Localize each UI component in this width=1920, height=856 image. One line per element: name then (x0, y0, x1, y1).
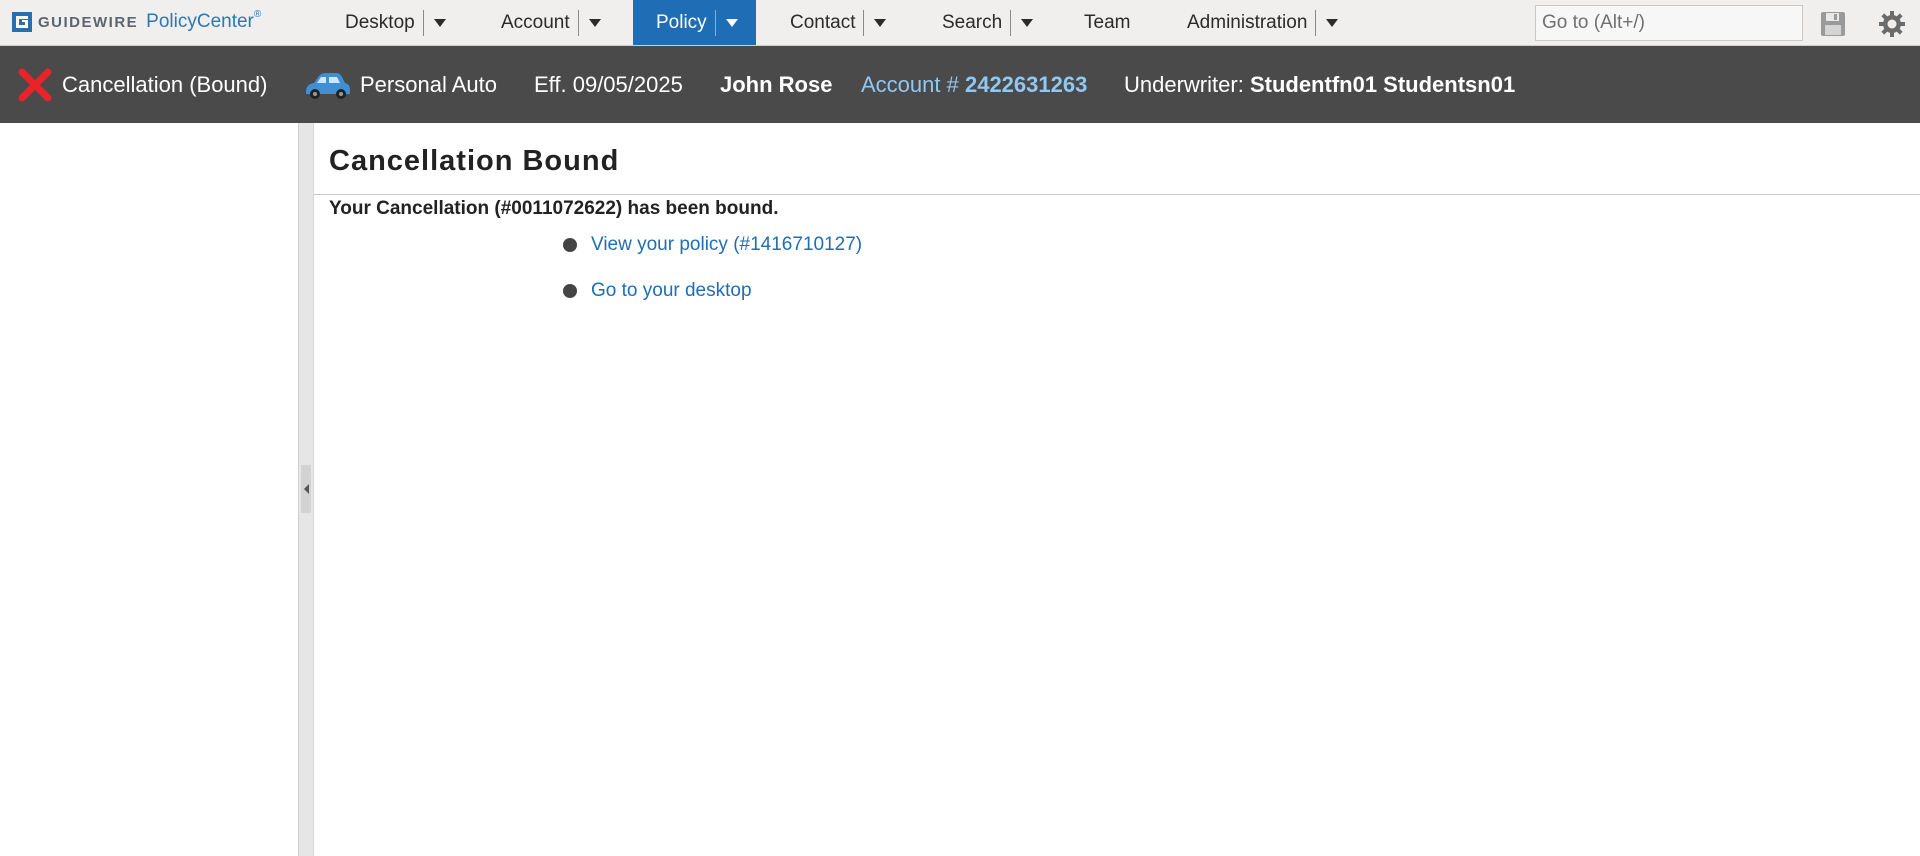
nav-tab-label: Desktop (345, 11, 415, 33)
left-sidebar (0, 123, 298, 856)
underwriter-label: Underwriter: (1124, 71, 1244, 97)
main-content: Cancellation Bound Your Cancellation (#0… (314, 123, 1920, 856)
chevron-down-icon[interactable] (1021, 18, 1034, 27)
page-title: Cancellation Bound (329, 145, 620, 177)
chevron-down-icon[interactable] (1326, 18, 1339, 27)
confirmation-message: Your Cancellation (#0011072622) has been… (329, 198, 779, 219)
chevron-down-icon[interactable] (725, 18, 738, 27)
car-icon (306, 72, 350, 99)
go-to-desktop-link[interactable]: Go to your desktop (591, 280, 752, 302)
logo-product-text: PolicyCenter® (146, 9, 262, 32)
nav-tab-label: Search (942, 11, 1003, 33)
nav-tab-desktop[interactable]: Desktop (345, 0, 446, 45)
account-label: Account # (861, 71, 959, 97)
nav-tab-administration[interactable]: Administration (1187, 0, 1339, 45)
underwriter-name: Studentfn01 Studentsn01 (1249, 71, 1516, 97)
bullet-icon (563, 284, 577, 298)
product-label: Personal Auto (360, 71, 497, 97)
goto-search-input[interactable] (1535, 5, 1803, 41)
job-status-label: Cancellation (Bound) (62, 71, 268, 97)
underwriter-info: Underwriter: Studentfn01 Studentsn01 (1124, 46, 1515, 123)
gear-icon[interactable] (1878, 10, 1906, 38)
logo-brand-text: GUIDEWIRE (38, 13, 139, 31)
view-policy-link[interactable]: View your policy (#1416710127) (591, 234, 862, 256)
nav-tab-search[interactable]: Search (942, 0, 1034, 45)
policy-info-bar: Cancellation (Bound) Personal Auto Eff. … (0, 46, 1920, 123)
nav-tab-contact[interactable]: Contact (790, 0, 887, 45)
nav-tab-label: Team (1084, 11, 1131, 33)
chevron-left-icon (303, 484, 309, 494)
guidewire-logo[interactable]: GUIDEWIRE PolicyCenter® (12, 9, 262, 34)
nav-tab-policy[interactable]: Policy (633, 0, 756, 45)
save-icon[interactable] (1820, 11, 1846, 37)
sidebar-splitter[interactable] (298, 123, 314, 856)
insured-name: John Rose (720, 71, 833, 97)
nav-tab-label: Account (501, 11, 570, 33)
nav-tab-label: Policy (656, 11, 707, 33)
sidebar-collapse-handle[interactable] (301, 465, 311, 513)
guidewire-logo-mark-icon (12, 12, 32, 32)
chevron-down-icon[interactable] (433, 18, 446, 27)
bullet-icon (563, 238, 577, 252)
top-nav-bar: GUIDEWIRE PolicyCenter® Desktop Account … (0, 0, 1920, 46)
account-link[interactable]: Account # 2422631263 (861, 46, 1087, 123)
nav-tab-account[interactable]: Account (501, 0, 601, 45)
chevron-down-icon[interactable] (588, 18, 601, 27)
product-info: Personal Auto (302, 46, 497, 123)
title-divider (314, 194, 1920, 195)
close-x-icon (18, 68, 52, 101)
effective-date: Eff. 09/05/2025 (534, 71, 683, 97)
account-number[interactable]: 2422631263 (965, 72, 1087, 98)
chevron-down-icon[interactable] (874, 18, 887, 27)
nav-tab-team[interactable]: Team (1084, 0, 1130, 45)
list-item: View your policy (#1416710127) (563, 234, 862, 256)
nav-tab-label: Contact (790, 11, 856, 33)
list-item: Go to your desktop (563, 280, 752, 302)
cancellation-status[interactable]: Cancellation (Bound) (18, 46, 267, 123)
nav-tab-label: Administration (1187, 11, 1308, 33)
